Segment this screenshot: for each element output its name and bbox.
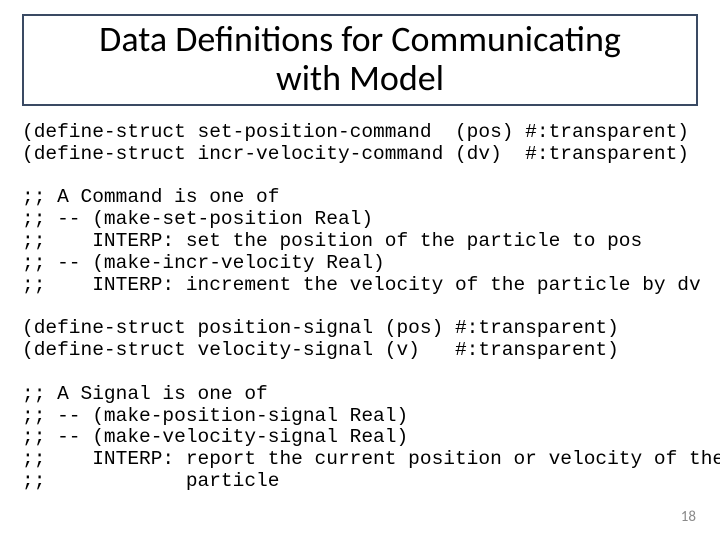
title-line-2: with Model bbox=[276, 56, 444, 100]
page-number: 18 bbox=[681, 508, 696, 526]
slide-title-box: Data Definitions for Communicating with … bbox=[22, 14, 698, 106]
code-block: (define-struct set-position-command (pos… bbox=[22, 122, 698, 493]
title-line-1: Data Definitions for Communicating bbox=[99, 17, 621, 61]
slide: Data Definitions for Communicating with … bbox=[0, 0, 720, 540]
slide-title: Data Definitions for Communicating with … bbox=[34, 20, 686, 98]
